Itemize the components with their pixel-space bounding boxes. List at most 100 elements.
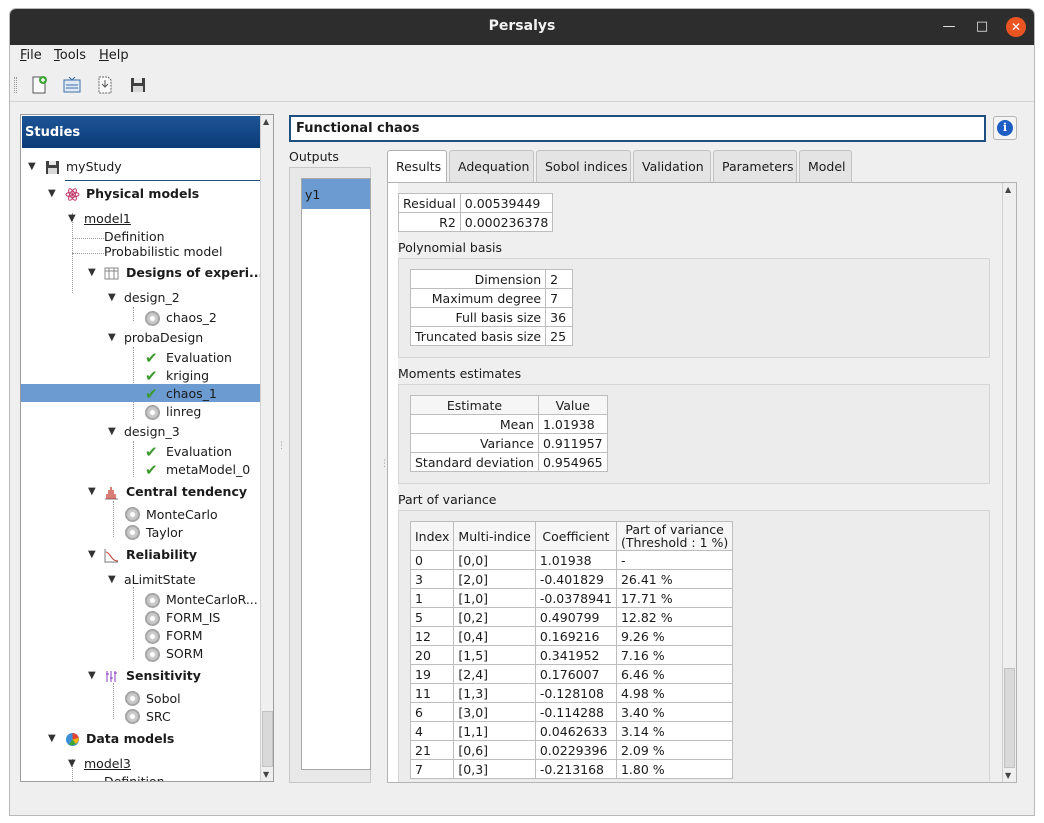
expand-arrow-icon[interactable]: ▼ [108, 289, 116, 307]
scroll-down-arrow-icon[interactable]: ▼ [263, 770, 269, 779]
outputs-frame: y1 [289, 167, 371, 783]
expand-arrow-icon[interactable]: ▼ [48, 185, 56, 203]
tree-item-metamodel-0[interactable]: metaModel_0 [166, 461, 250, 479]
close-button[interactable]: ✕ [1006, 17, 1026, 37]
tree-item-sobol[interactable]: Sobol [146, 690, 181, 708]
tree-item-kriging[interactable]: kriging [166, 367, 209, 385]
expand-arrow-icon[interactable]: ▼ [48, 730, 56, 748]
tree-item-evaluation-2[interactable]: Evaluation [166, 443, 232, 461]
expand-arrow-icon[interactable]: ▼ [68, 210, 76, 228]
part-of-variance-table: Index Multi-indice Coefficient Part of v… [409, 521, 734, 779]
tree-item-physical-models[interactable]: Physical models [86, 185, 199, 203]
table-header-row: Index Multi-indice Coefficient Part of v… [409, 521, 734, 551]
expand-arrow-icon[interactable]: ▼ [88, 667, 96, 685]
tree-item-evaluation[interactable]: Evaluation [166, 349, 232, 367]
expand-arrow-icon[interactable]: ▼ [88, 546, 96, 564]
menu-tools[interactable]: Tools [54, 48, 86, 63]
tree-item-alimitstate[interactable]: aLimitState [124, 571, 196, 589]
expand-arrow-icon[interactable]: ▼ [108, 329, 116, 347]
table-cell: [3,0] [453, 702, 536, 722]
scroll-up-arrow-icon[interactable]: ▲ [263, 117, 269, 126]
tree-item-src[interactable]: SRC [146, 708, 171, 726]
results-panel: Residual 0.00539449 R2 0.000236378 Polyn… [387, 182, 1017, 783]
table-row: Variance 0.911957 [410, 433, 608, 453]
table-cell: 4 [409, 721, 455, 741]
outputs-label: Outputs [289, 149, 339, 164]
tree-item-designs-of-experiments[interactable]: Designs of experi... [126, 264, 261, 282]
part-of-variance-body: 0 [0,0] 1.01938-3 [2,0] -0.401829 26.41 % 1 [1,… [409, 550, 734, 779]
info-button[interactable]: i [993, 116, 1017, 140]
expand-arrow-icon[interactable]: ▼ [28, 158, 36, 176]
tree-item-sensitivity[interactable]: Sensitivity [126, 667, 201, 685]
scroll-up-arrow-icon[interactable]: ▲ [1005, 185, 1011, 194]
tree-item-model1[interactable]: model1 [84, 210, 131, 228]
save-icon[interactable] [129, 76, 147, 94]
tree-item-reliability[interactable]: Reliability [126, 546, 197, 564]
tree-item-linreg[interactable]: linreg [166, 403, 201, 421]
tree-item-design-2[interactable]: design_2 [124, 289, 180, 307]
tree-item-definition-3[interactable]: Definition [104, 773, 165, 781]
tree-item-probabilistic-model[interactable]: Probabilistic model [104, 243, 222, 261]
open-study-icon[interactable] [63, 76, 81, 94]
tree-item-form-is[interactable]: FORM_IS [166, 609, 220, 627]
tree-item-montecarlo-reliability[interactable]: MonteCarloR... [166, 591, 258, 609]
toolbar-grip[interactable] [14, 77, 17, 93]
table-cell: 0.0229396 [534, 740, 617, 760]
tree-item-chaos-1[interactable]: chaos_1 [166, 385, 217, 403]
check-icon: ✔ [145, 349, 158, 367]
tab-model[interactable]: Model [799, 150, 852, 182]
gear-icon [145, 593, 160, 608]
tab-adequation[interactable]: Adequation [449, 150, 534, 182]
scroll-down-arrow-icon[interactable]: ▼ [1005, 771, 1011, 780]
tree-item-central-tendency[interactable]: Central tendency [126, 483, 247, 501]
tree-item-probadesign[interactable]: probaDesign [124, 329, 203, 347]
tab-parameters[interactable]: Parameters [713, 150, 797, 182]
import-script-icon[interactable] [96, 76, 114, 94]
splitter-handle[interactable]: ⋮ [277, 441, 286, 451]
expand-arrow-icon[interactable]: ▼ [108, 423, 116, 441]
table-cell: [0,4] [453, 626, 536, 646]
scrollbar-thumb[interactable] [262, 711, 273, 767]
table-row: 4 [1,1] 0.0462633 3.14 % [409, 721, 734, 741]
table-cell: 4.98 % [615, 683, 734, 703]
gear-icon [125, 525, 140, 540]
expand-arrow-icon[interactable]: ▼ [108, 571, 116, 589]
table-cell: 1 [409, 588, 455, 608]
scrollbar-thumb[interactable] [1004, 668, 1015, 768]
tree-item-form[interactable]: FORM [166, 627, 203, 645]
tree-item-design-3[interactable]: design_3 [124, 423, 180, 441]
tree-item-mystudy[interactable]: myStudy [66, 158, 122, 176]
studies-header: Studies [22, 116, 272, 148]
tab-validation[interactable]: Validation [633, 150, 711, 182]
output-item-y1[interactable]: y1 [302, 179, 370, 209]
table-header: Part of variance (Threshold : 1 %) [615, 521, 734, 551]
table-cell: 0.169216 [534, 626, 617, 646]
menu-help[interactable]: Help [99, 48, 129, 63]
expand-arrow-icon[interactable]: ▼ [88, 264, 96, 282]
tree-item-data-models[interactable]: Data models [86, 730, 174, 748]
tree-scrollbar[interactable]: ▲ ▼ [260, 115, 273, 781]
table-cell: 0 [409, 550, 455, 570]
results-scrollbar[interactable]: ▲ ▼ [1002, 183, 1016, 782]
tree-item-model3[interactable]: model3 [84, 755, 131, 773]
studies-panel: Studies ▼ myStudy ▼ Physical models ▼ mo… [20, 114, 274, 782]
expand-arrow-icon[interactable]: ▼ [88, 483, 96, 501]
table-cell: -0.213168 [534, 759, 617, 779]
tree-item-taylor[interactable]: Taylor [146, 524, 183, 542]
tab-sobol-indices[interactable]: Sobol indices [536, 150, 631, 182]
new-study-icon[interactable] [30, 76, 48, 94]
status-bar [10, 792, 1034, 815]
tree-item-sorm[interactable]: SORM [166, 645, 203, 663]
table-cell: [0,0] [453, 550, 536, 570]
check-icon: ✔ [145, 443, 158, 461]
tab-results[interactable]: Results [387, 150, 447, 184]
table-cell: 17.71 % [615, 588, 734, 608]
maximize-button[interactable]: □ [972, 17, 992, 37]
sensitivity-icon [106, 671, 117, 682]
expand-arrow-icon[interactable]: ▼ [68, 755, 76, 773]
menu-file[interactable]: File [20, 48, 42, 63]
table-cell: 0.000236378 [459, 212, 554, 232]
tree-item-montecarlo[interactable]: MonteCarlo [146, 506, 218, 524]
tree-item-chaos-2[interactable]: chaos_2 [166, 309, 217, 327]
minimize-button[interactable]: — [939, 17, 959, 37]
